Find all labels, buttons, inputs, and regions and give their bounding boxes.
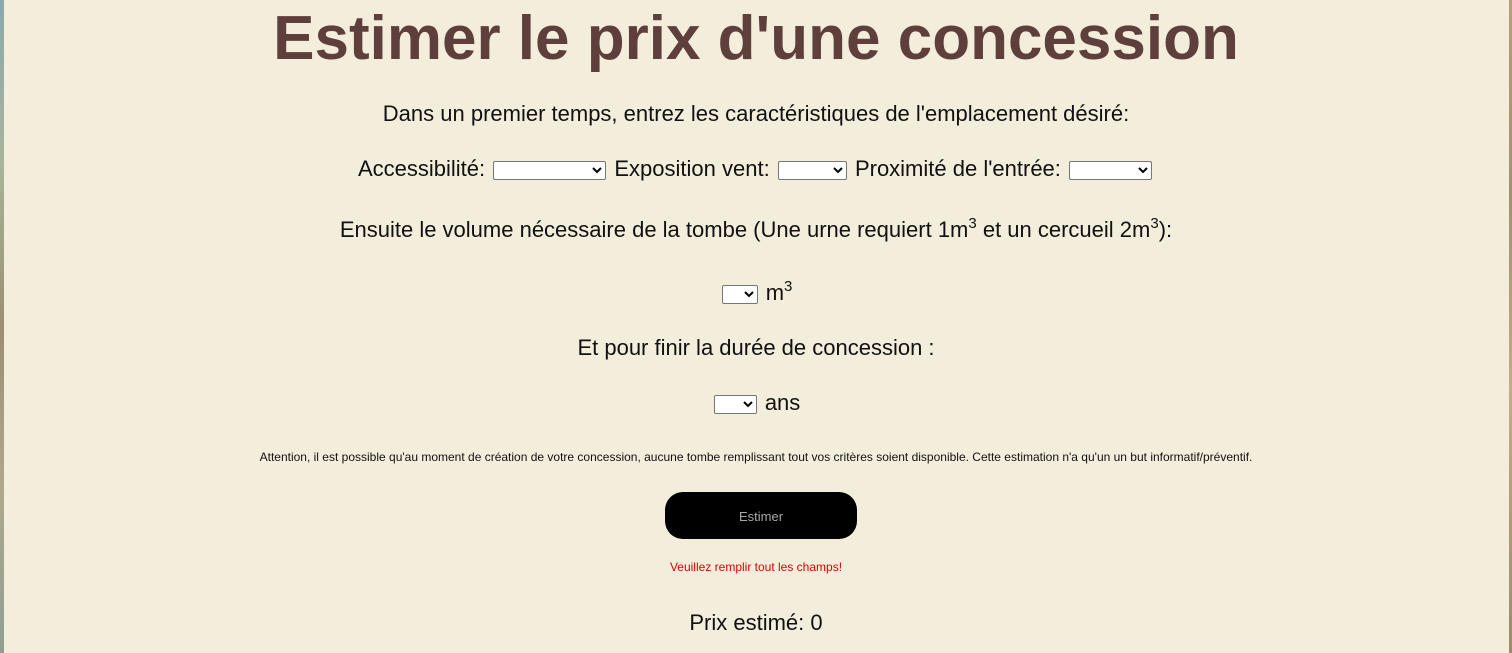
error-message: Veuillez remplir tout les champs! bbox=[669, 560, 843, 574]
estimate-button[interactable]: Estimer bbox=[665, 492, 857, 539]
duree-row: ans bbox=[0, 390, 1512, 416]
duree-label: Et pour finir la durée de concession : bbox=[577, 335, 935, 360]
volume-exponent-1: 3 bbox=[968, 215, 977, 232]
volume-text-after: ): bbox=[1158, 217, 1173, 242]
page-title: Estimer le prix d'une concession bbox=[273, 4, 1239, 73]
accessibilite-label: Accessibilité: bbox=[357, 156, 486, 181]
proximite-label: Proximité de l'entrée: bbox=[854, 156, 1061, 181]
volume-unit-exponent: 3 bbox=[784, 278, 793, 295]
disclaimer-note: Attention, il est possible qu'au moment … bbox=[259, 450, 1253, 464]
estimated-price: Prix estimé: 0 bbox=[689, 610, 823, 635]
background-edge-left bbox=[0, 0, 4, 653]
intro-text: Dans un premier temps, entrez les caract… bbox=[382, 101, 1130, 126]
accessibilite-select[interactable] bbox=[493, 160, 607, 180]
volume-text-middle: et un cercueil 2m bbox=[976, 217, 1151, 242]
exposition-label: Exposition vent: bbox=[614, 156, 770, 181]
volume-unit: m3 bbox=[765, 278, 793, 305]
volume-row: m3 bbox=[0, 278, 1512, 306]
volume-text-before: Ensuite le volume nécessaire de la tombe… bbox=[339, 217, 969, 242]
duree-select[interactable] bbox=[713, 394, 757, 414]
volume-exponent-2: 3 bbox=[1150, 215, 1159, 232]
exposition-select[interactable] bbox=[777, 160, 847, 180]
volume-instructions: Ensuite le volume nécessaire de la tombe… bbox=[0, 215, 1512, 243]
proximite-select[interactable] bbox=[1069, 160, 1153, 180]
volume-select[interactable] bbox=[721, 284, 758, 304]
characteristics-row: Accessibilité: Exposition vent: Proximit… bbox=[0, 156, 1512, 182]
page: Estimer le prix d'une concession Dans un… bbox=[0, 0, 1512, 653]
duree-unit: ans bbox=[764, 390, 801, 415]
volume-unit-base: m bbox=[765, 280, 785, 305]
